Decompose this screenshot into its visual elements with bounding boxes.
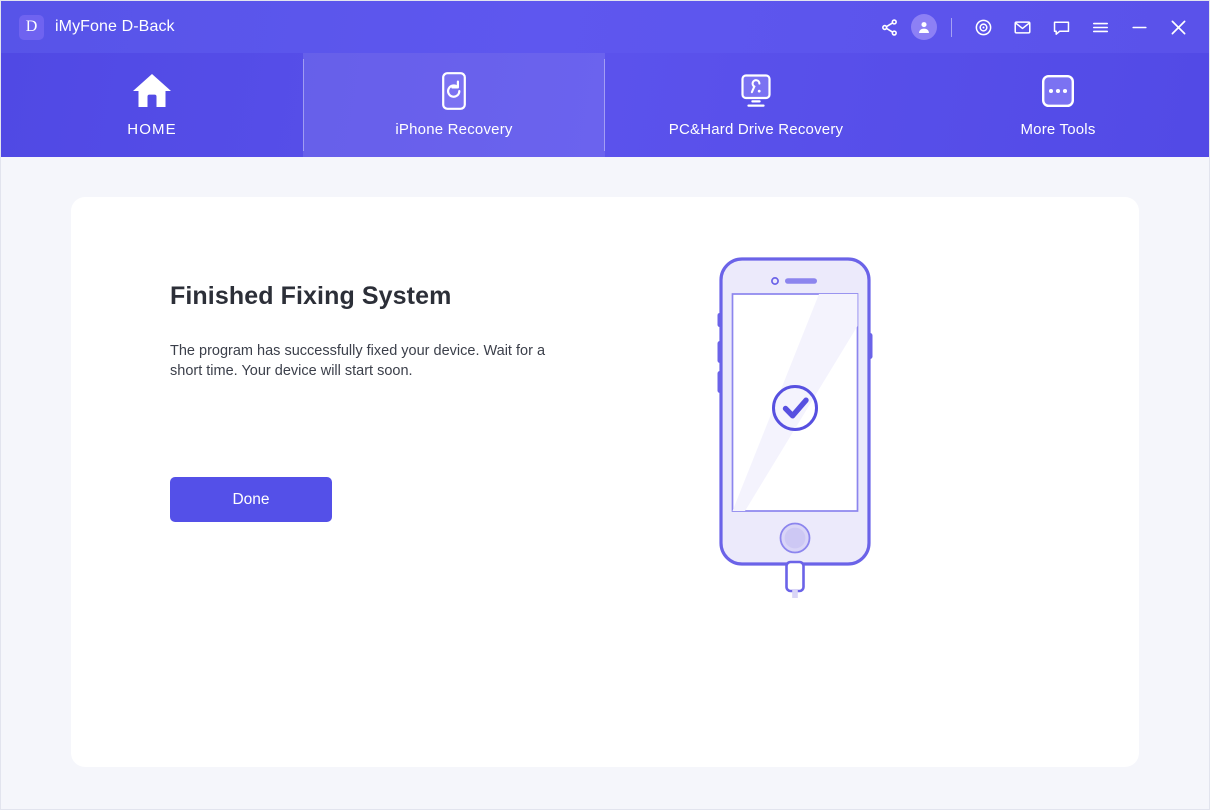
- more-dots-icon: [1040, 72, 1076, 110]
- minimize-icon[interactable]: [1122, 10, 1156, 44]
- done-button[interactable]: Done: [170, 477, 332, 523]
- status-panel: Finished Fixing System The program has s…: [71, 197, 631, 523]
- app-logo: D: [19, 14, 44, 40]
- close-icon[interactable]: [1161, 10, 1195, 44]
- page-title: Finished Fixing System: [170, 282, 452, 310]
- nav-tab-iphone-recovery[interactable]: iPhone Recovery: [303, 53, 605, 157]
- phone-refresh-icon: [438, 72, 470, 110]
- brand: D iMyFone D-Back: [19, 14, 175, 40]
- content-area: Finished Fixing System The program has s…: [1, 157, 1209, 809]
- nav-tab-label: HOME: [127, 121, 177, 138]
- mail-icon[interactable]: [1005, 10, 1039, 44]
- nav-tab-more-tools[interactable]: More Tools: [907, 53, 1209, 157]
- titlebar-actions: [872, 10, 1195, 44]
- menu-icon[interactable]: [1083, 10, 1117, 44]
- nav-tab-label: More Tools: [1020, 121, 1096, 138]
- page-description: The program has successfully fixed your …: [170, 343, 546, 379]
- iphone-success-illustration: [717, 257, 873, 598]
- share-icon[interactable]: [872, 10, 906, 44]
- monitor-search-icon: [735, 72, 777, 110]
- nav-tab-home[interactable]: HOME: [1, 53, 303, 157]
- main-card: Finished Fixing System The program has s…: [71, 197, 1139, 767]
- chat-icon[interactable]: [1044, 10, 1078, 44]
- illustration-panel: [701, 253, 889, 598]
- app-title: iMyFone D-Back: [55, 18, 175, 35]
- nav-tab-pc-hard-drive-recovery[interactable]: PC&Hard Drive Recovery: [605, 53, 907, 157]
- nav-bar: HOME iPhone Recovery PC&Hard Drive Recov…: [1, 53, 1209, 157]
- titlebar-divider: [951, 17, 952, 37]
- nav-tab-label: iPhone Recovery: [395, 121, 513, 138]
- home-icon: [131, 72, 173, 110]
- target-icon[interactable]: [966, 10, 1000, 44]
- title-bar: D iMyFone D-Back: [1, 1, 1209, 53]
- account-icon[interactable]: [911, 14, 937, 40]
- app-window: D iMyFone D-Back HOME iPhone Recovery PC…: [0, 0, 1210, 810]
- nav-tab-label: PC&Hard Drive Recovery: [668, 121, 844, 138]
